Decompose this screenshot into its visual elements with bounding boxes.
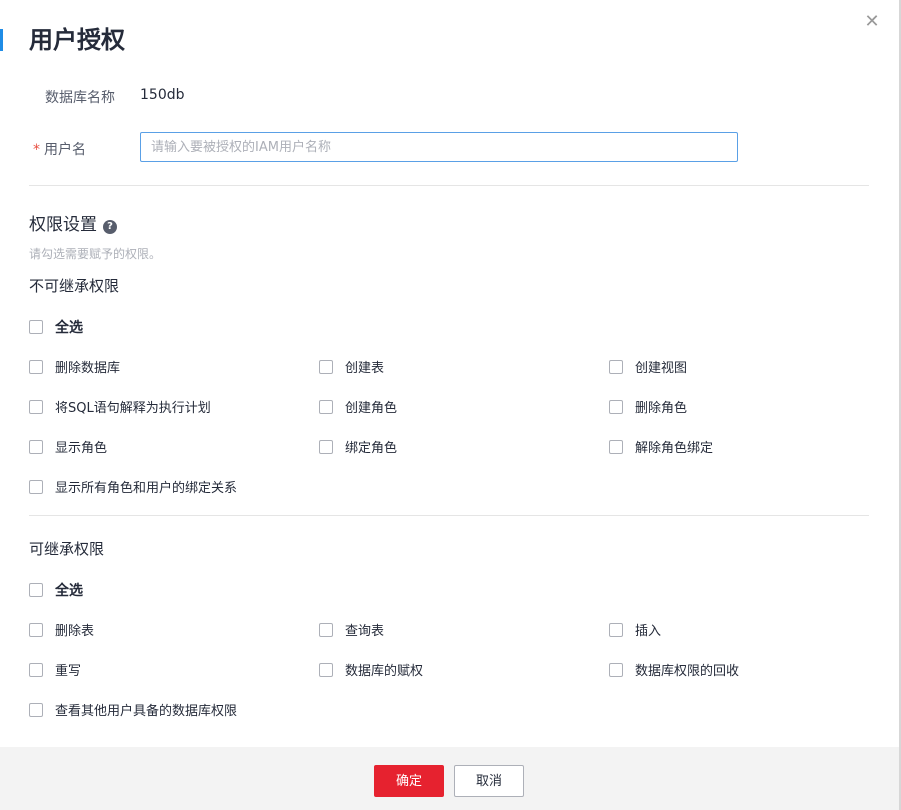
checkbox[interactable] bbox=[29, 702, 43, 717]
checkbox[interactable] bbox=[609, 399, 623, 414]
checkbox-label: 显示所有角色和用户的绑定关系 bbox=[55, 481, 238, 496]
perm-revoke-database[interactable]: 数据库权限的回收 bbox=[609, 660, 739, 679]
checkbox-label: 显示角色 bbox=[55, 441, 108, 456]
perm-insert[interactable]: 插入 bbox=[609, 620, 661, 639]
checkbox[interactable] bbox=[29, 583, 43, 597]
title-accent-bar bbox=[0, 29, 3, 51]
permission-hint: 请勾选需要赋予的权限。 bbox=[29, 247, 162, 261]
username-input-wrapper bbox=[140, 132, 738, 162]
checkbox[interactable] bbox=[319, 622, 333, 637]
divider bbox=[29, 515, 869, 516]
confirm-button[interactable]: 确定 bbox=[374, 765, 444, 797]
database-name-value: 150db bbox=[140, 87, 185, 103]
checkbox[interactable] bbox=[609, 359, 623, 374]
non-inheritable-title: 不可继承权限 bbox=[29, 277, 120, 295]
checkbox[interactable] bbox=[609, 622, 623, 637]
checkbox[interactable] bbox=[609, 662, 623, 677]
perm-grant-database[interactable]: 数据库的赋权 bbox=[319, 660, 423, 679]
checkbox[interactable] bbox=[319, 439, 333, 454]
perm-show-role[interactable]: 显示角色 bbox=[29, 437, 107, 456]
divider bbox=[29, 185, 869, 186]
checkbox[interactable] bbox=[319, 359, 333, 374]
username-input[interactable] bbox=[141, 133, 737, 161]
required-mark: * bbox=[33, 142, 40, 158]
dialog-title: 用户授权 bbox=[29, 26, 125, 54]
username-label-text: 用户名 bbox=[44, 142, 86, 158]
checkbox-label: 全选 bbox=[55, 583, 83, 599]
checkbox[interactable] bbox=[29, 439, 43, 454]
inheritable-title: 可继承权限 bbox=[29, 540, 105, 558]
perm-explain-sql[interactable]: 将SQL语句解释为执行计划 bbox=[29, 397, 211, 416]
perm-create-role[interactable]: 创建角色 bbox=[319, 397, 397, 416]
authorize-user-dialog: 用户授权 ✕ 数据库名称 150db *用户名 权限设置? 请勾选需要赋予的权限… bbox=[0, 0, 900, 810]
checkbox-label: 绑定角色 bbox=[345, 441, 398, 456]
checkbox[interactable] bbox=[29, 662, 43, 677]
checkbox[interactable] bbox=[29, 359, 43, 374]
checkbox[interactable] bbox=[29, 479, 43, 494]
checkbox-label: 删除数据库 bbox=[55, 361, 121, 376]
perm-select-table[interactable]: 查询表 bbox=[319, 620, 384, 639]
checkbox[interactable] bbox=[319, 399, 333, 414]
perm-create-view[interactable]: 创建视图 bbox=[609, 357, 687, 376]
checkbox[interactable] bbox=[319, 662, 333, 677]
database-name-label: 数据库名称 bbox=[45, 90, 115, 106]
perm-drop-database[interactable]: 删除数据库 bbox=[29, 357, 120, 376]
checkbox-label: 将SQL语句解释为执行计划 bbox=[55, 401, 211, 416]
checkbox-label: 全选 bbox=[55, 320, 83, 336]
checkbox[interactable] bbox=[29, 622, 43, 637]
checkbox-label: 查询表 bbox=[345, 624, 385, 639]
permission-settings-title: 权限设置? bbox=[29, 210, 117, 235]
permission-settings-title-text: 权限设置 bbox=[29, 215, 97, 235]
checkbox-label: 解除角色绑定 bbox=[635, 441, 714, 456]
checkbox-label: 插入 bbox=[635, 624, 662, 639]
perm-create-table[interactable]: 创建表 bbox=[319, 357, 384, 376]
cancel-button[interactable]: 取消 bbox=[454, 765, 524, 797]
checkbox[interactable] bbox=[609, 439, 623, 454]
checkbox[interactable] bbox=[29, 399, 43, 414]
inheritable-select-all[interactable]: 全选 bbox=[29, 580, 83, 600]
perm-drop-table[interactable]: 删除表 bbox=[29, 620, 94, 639]
checkbox-label: 创建表 bbox=[345, 361, 385, 376]
perm-overwrite[interactable]: 重写 bbox=[29, 660, 81, 679]
checkbox-label: 重写 bbox=[55, 664, 82, 679]
checkbox-label: 创建视图 bbox=[635, 361, 688, 376]
question-circle-icon[interactable]: ? bbox=[103, 220, 117, 234]
checkbox-label: 数据库的赋权 bbox=[345, 664, 424, 679]
checkbox-label: 创建角色 bbox=[345, 401, 398, 416]
checkbox[interactable] bbox=[29, 320, 43, 334]
username-label: * 用户名 bbox=[33, 139, 86, 159]
perm-show-grants[interactable]: 查看其他用户具备的数据库权限 bbox=[29, 700, 237, 719]
checkbox-label: 数据库权限的回收 bbox=[635, 664, 740, 679]
perm-show-role-grants[interactable]: 显示所有角色和用户的绑定关系 bbox=[29, 477, 237, 496]
perm-grant-role[interactable]: 绑定角色 bbox=[319, 437, 397, 456]
perm-revoke-role[interactable]: 解除角色绑定 bbox=[609, 437, 713, 456]
checkbox-label: 删除角色 bbox=[635, 401, 688, 416]
non-inheritable-select-all[interactable]: 全选 bbox=[29, 317, 83, 337]
checkbox-label: 查看其他用户具备的数据库权限 bbox=[55, 704, 238, 719]
checkbox-label: 删除表 bbox=[55, 624, 95, 639]
close-icon[interactable]: ✕ bbox=[862, 12, 882, 32]
dialog-footer: 确定 取消 bbox=[0, 747, 899, 810]
perm-drop-role[interactable]: 删除角色 bbox=[609, 397, 687, 416]
